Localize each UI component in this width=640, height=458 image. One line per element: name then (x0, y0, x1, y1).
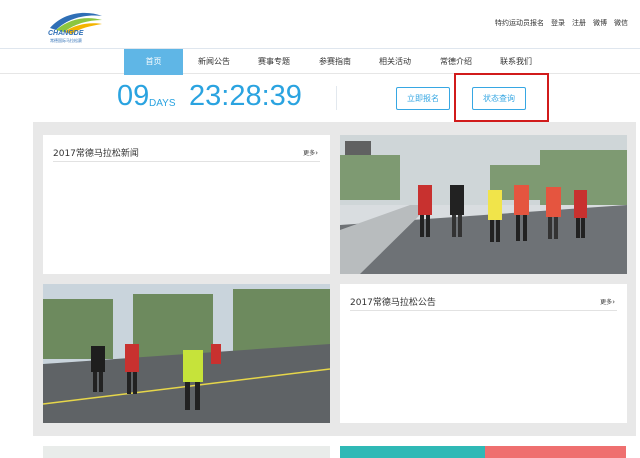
notice-card-divider (350, 310, 617, 311)
bottom-banner-left[interactable] (43, 446, 330, 458)
countdown-days-label: DAYS (149, 98, 176, 109)
top-bar: CHANGDE 常德国际马拉松赛 特约运动员报名 登录 注册 微博 微信 (0, 0, 640, 48)
main-nav: 首页 新闻公告 赛事专题 参赛指南 相关活动 常德介绍 联系我们 (0, 48, 640, 75)
chevron-right-icon: › (612, 298, 615, 306)
nav-item-news[interactable]: 新闻公告 (186, 49, 242, 75)
brand-tagline: 常德国际马拉松赛 (50, 38, 82, 43)
register-now-button[interactable]: 立即报名 (396, 87, 450, 110)
nav-item-about-changde[interactable]: 常德介绍 (427, 49, 485, 75)
top-links: 特约运动员报名 登录 注册 微博 微信 (495, 18, 628, 28)
nav-item-contact[interactable]: 联系我们 (487, 49, 545, 75)
content-panel: 2017常德马拉松新闻 更多› 2017常德马拉松公告 更多› (33, 122, 636, 436)
top-link-weibo[interactable]: 微博 (593, 18, 607, 28)
news-card: 2017常德马拉松新闻 更多› (43, 135, 330, 274)
marathon-photo-1[interactable] (340, 135, 627, 274)
top-link-wechat[interactable]: 微信 (614, 18, 628, 28)
runners-photo-2-icon (43, 284, 330, 423)
logo[interactable]: CHANGDE 常德国际马拉松赛 (46, 8, 106, 44)
notice-more-label: 更多 (600, 299, 613, 306)
brand-name: CHANGDE (48, 30, 84, 37)
marathon-photo-2[interactable] (43, 284, 330, 423)
highlight-box (454, 73, 549, 122)
nav-item-home[interactable]: 首页 (124, 49, 183, 75)
bottom-banner-red[interactable] (485, 446, 626, 458)
nav-item-topics[interactable]: 赛事专题 (246, 49, 302, 75)
nav-item-guide[interactable]: 参赛指南 (306, 49, 364, 75)
bottom-banner-teal[interactable] (340, 446, 485, 458)
top-link-athlete-register[interactable]: 特约运动员报名 (495, 18, 544, 28)
countdown-time: 23:28:39 (189, 80, 302, 112)
news-more-link[interactable]: 更多› (303, 148, 318, 157)
chevron-right-icon: › (315, 149, 318, 157)
top-link-login[interactable]: 登录 (551, 18, 565, 28)
notice-card: 2017常德马拉松公告 更多› (340, 284, 627, 423)
notice-more-link[interactable]: 更多› (600, 297, 615, 306)
countdown-divider (336, 86, 337, 110)
news-more-label: 更多 (303, 150, 316, 157)
news-card-title[interactable]: 2017常德马拉松新闻 (53, 146, 139, 159)
nav-item-activities[interactable]: 相关活动 (366, 49, 424, 75)
runners-photo-icon (340, 135, 627, 274)
countdown-days: 09 (117, 80, 150, 112)
news-card-divider (53, 161, 320, 162)
top-link-signup[interactable]: 注册 (572, 18, 586, 28)
notice-card-title[interactable]: 2017常德马拉松公告 (350, 295, 436, 308)
